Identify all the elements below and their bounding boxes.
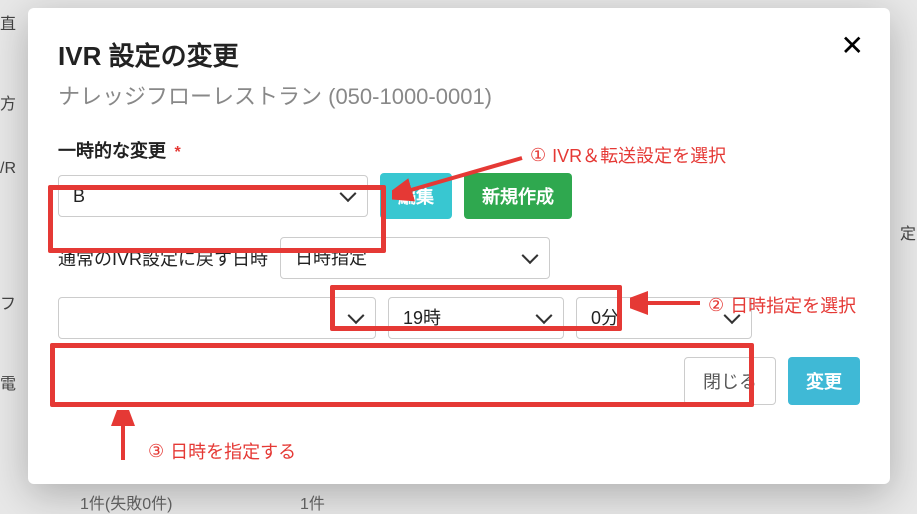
revert-datetime-label: 通常のIVR設定に戻す日時 [58,245,268,271]
bg-text: フ [0,290,16,314]
required-mark: * [174,144,180,161]
bg-text: 直 [0,10,16,34]
temp-change-label: 一時的な変更 [58,137,166,163]
dialog-subtitle: ナレッジフローレストラン (050-1000-0001) [58,79,860,111]
date-select-wrap [58,297,376,339]
close-button[interactable]: 閉じる [684,357,776,405]
ivr-select[interactable]: B [58,175,368,217]
hour-select-wrap: 19時 [388,297,564,339]
dialog-footer: 閉じる 変更 [58,357,860,405]
bg-text: 方 [0,90,16,114]
bg-text: 1件 [300,490,325,514]
bg-text: /R [0,160,16,178]
close-icon[interactable]: ✕ [841,32,864,60]
dialog-title: IVR 設定の変更 [58,36,860,73]
minute-select[interactable]: 0分 [576,297,752,339]
edit-button[interactable]: 編集 [380,173,452,219]
bg-text: 1件(失敗0件) [80,490,172,514]
date-select[interactable] [58,297,376,339]
new-button[interactable]: 新規作成 [464,173,572,219]
hour-select[interactable]: 19時 [388,297,564,339]
change-button[interactable]: 変更 [788,357,860,405]
bg-text: 電 [0,370,16,394]
datetype-select-wrap: 日時指定 [280,237,550,279]
bg-text: 定 [900,220,916,244]
ivr-select-wrap: B [58,175,368,217]
ivr-settings-dialog: ✕ IVR 設定の変更 ナレッジフローレストラン (050-1000-0001)… [28,8,890,484]
datetype-select[interactable]: 日時指定 [280,237,550,279]
minute-select-wrap: 0分 [576,297,752,339]
